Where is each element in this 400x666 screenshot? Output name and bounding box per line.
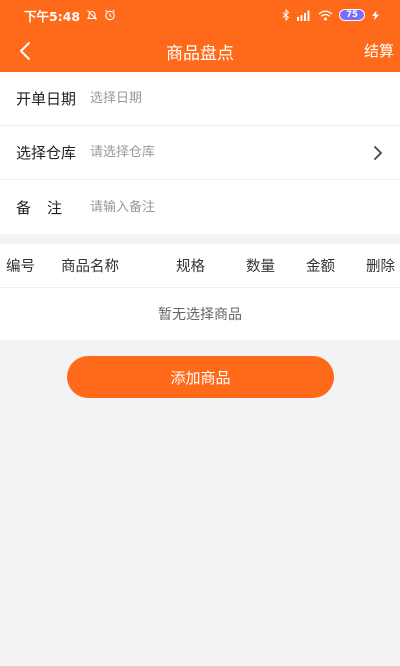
table-header: 编号 商品名称 规格 数量 金额 删除 — [0, 244, 400, 288]
signal-icon — [296, 10, 312, 21]
open-date-input[interactable] — [90, 91, 384, 106]
bell-off-icon — [86, 9, 98, 21]
column-header-name: 商品名称 — [61, 259, 119, 275]
nav-bar: 商品盘点 结算 — [0, 30, 400, 72]
empty-state-text: 暂无选择商品 — [158, 307, 242, 323]
add-product-button[interactable]: 添加商品 — [67, 356, 334, 398]
warehouse-row[interactable]: 选择仓库 — [0, 126, 400, 180]
product-table: 编号 商品名称 规格 数量 金额 删除 暂无选择商品 — [0, 244, 400, 340]
chevron-left-icon — [20, 42, 30, 60]
settle-button[interactable]: 结算 — [364, 38, 394, 64]
battery-level: 75 — [339, 9, 365, 21]
charging-icon — [371, 10, 380, 21]
warehouse-input[interactable] — [90, 145, 384, 160]
alarm-icon — [104, 9, 116, 21]
warehouse-label: 选择仓库 — [16, 144, 77, 162]
column-header-amount: 金额 — [306, 259, 335, 275]
remark-label: 备注 — [16, 198, 79, 217]
status-right: 75 — [282, 9, 380, 21]
status-left: 下午5:48 — [24, 6, 116, 25]
order-form: 开单日期 选择仓库 备注 — [0, 72, 400, 234]
column-header-code: 编号 — [6, 259, 35, 275]
app-header: 下午5:48 75 商品盘点 结算 — [0, 0, 400, 72]
page-title: 商品盘点 — [166, 43, 234, 64]
column-header-delete: 删除 — [366, 259, 395, 275]
column-header-quantity: 数量 — [246, 259, 275, 275]
open-date-row[interactable]: 开单日期 — [0, 72, 400, 126]
chevron-right-icon — [374, 146, 382, 160]
bluetooth-icon — [282, 9, 290, 21]
status-time: 下午5:48 — [24, 8, 81, 24]
column-header-spec: 规格 — [176, 259, 205, 275]
status-bar: 下午5:48 75 — [0, 0, 400, 30]
empty-state: 暂无选择商品 — [0, 288, 400, 340]
remark-input[interactable] — [90, 199, 384, 215]
back-button[interactable] — [10, 36, 40, 66]
remark-row[interactable]: 备注 — [0, 180, 400, 234]
add-product-label: 添加商品 — [170, 368, 231, 387]
open-date-label: 开单日期 — [16, 90, 77, 108]
wifi-icon — [318, 10, 333, 21]
